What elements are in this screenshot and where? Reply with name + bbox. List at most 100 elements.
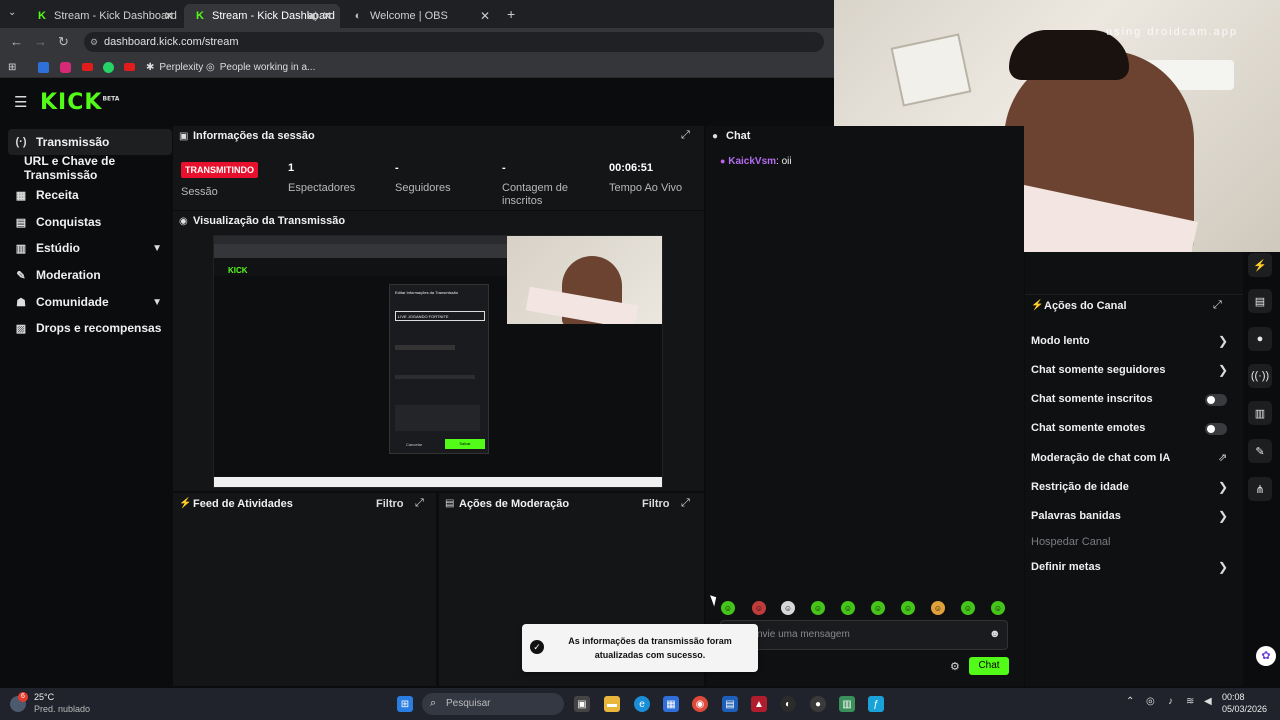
browser-tab-2[interactable]: K Stream - Kick Dashboard ◀) ✕ — [184, 4, 340, 28]
broadcast-icon[interactable]: ((·)) — [1248, 364, 1272, 388]
chat-settings-icon[interactable]: ⚙ — [950, 660, 960, 673]
tray-icon[interactable]: ◎ — [1146, 696, 1155, 707]
emote-icon[interactable]: ☺ — [721, 601, 735, 615]
store-icon[interactable]: ▦ — [663, 696, 679, 712]
bookmark-perplexity[interactable]: ✱ Perplexity — [146, 60, 203, 74]
filter-button[interactable]: Filtro — [642, 498, 670, 510]
layers-icon[interactable]: ▥ — [1248, 401, 1272, 425]
sidebar-item-url-chave[interactable]: URL e Chave de Transmissão — [8, 154, 178, 182]
chevron-right-icon[interactable]: ❯ — [1218, 334, 1228, 348]
instagram-icon[interactable] — [60, 60, 71, 74]
preview-video[interactable]: KICK Editar Informações da Transmissão L… — [213, 235, 663, 488]
share-icon[interactable]: ⋔ — [1248, 477, 1272, 501]
folder-icon[interactable]: ▬ — [604, 696, 620, 712]
expand-icon[interactable]: ⤢ — [415, 497, 424, 510]
close-tab-icon[interactable]: ✕ — [164, 9, 174, 23]
app-icon-4[interactable]: ▥ — [839, 696, 855, 712]
bookmark-icon-a[interactable] — [38, 60, 49, 74]
sidebar-item-transmissao[interactable]: (·) Transmissão — [8, 129, 172, 155]
new-tab-plus-icon[interactable]: + — [507, 6, 515, 22]
emote-icon[interactable]: ☺ — [811, 601, 825, 615]
app-icon-3[interactable]: ● — [810, 696, 826, 712]
emote-icon[interactable]: ☺ — [781, 601, 795, 615]
action-definir-metas[interactable]: Definir metas — [1031, 561, 1231, 573]
browser-tab-1[interactable]: K Stream - Kick Dashboard ✕ — [26, 4, 182, 28]
clock-time[interactable]: 00:08 — [1222, 692, 1245, 702]
chrome-icon[interactable]: ◉ — [692, 696, 708, 712]
bookmark-people[interactable]: ◎ People working in a... — [206, 60, 315, 74]
sidebar-item-receita[interactable]: ▦ Receita — [8, 182, 172, 208]
app-icon-5[interactable]: ƒ — [868, 696, 884, 712]
obs-icon[interactable]: ◐ — [780, 696, 796, 712]
assistant-icon[interactable]: ✿ — [1256, 646, 1276, 666]
emote-icon[interactable]: ☺ — [871, 601, 885, 615]
emotes-toggle[interactable] — [1205, 423, 1227, 435]
youtube-icon[interactable] — [82, 60, 93, 74]
site-info-icon[interactable]: ⚙ — [90, 32, 98, 52]
chevron-up-icon[interactable]: ⌃ — [1126, 696, 1134, 707]
expand-icon[interactable]: ⤢ — [681, 129, 690, 142]
action-palavras-banidas[interactable]: Palavras banidas — [1031, 510, 1231, 522]
expand-icon[interactable]: ⤢ — [681, 497, 690, 510]
emoji-icon[interactable]: ☻ — [989, 628, 1001, 640]
apps-grid-icon[interactable]: ⊞ — [8, 60, 16, 74]
reload-icon[interactable]: ↻ — [58, 34, 69, 50]
edge-icon[interactable]: e — [634, 696, 650, 712]
action-restricao-idade[interactable]: Restrição de idade — [1031, 481, 1231, 493]
action-chat-seguidores[interactable]: Chat somente seguidores — [1031, 364, 1231, 376]
mic-icon[interactable]: ♪ — [1168, 696, 1173, 707]
hamburger-menu-icon[interactable]: ☰ — [14, 93, 27, 111]
chevron-right-icon[interactable]: ❯ — [1218, 363, 1228, 377]
action-chat-inscritos[interactable]: Chat somente inscritos — [1031, 393, 1231, 405]
forward-arrow-icon[interactable]: → — [34, 34, 47, 49]
action-chat-emotes[interactable]: Chat somente emotes — [1031, 422, 1231, 434]
clock-date[interactable]: 05/03/2026 — [1222, 704, 1267, 714]
emote-icon[interactable]: ☺ — [961, 601, 975, 615]
back-arrow-icon[interactable]: ← — [10, 34, 23, 49]
chevron-right-icon[interactable]: ❯ — [1218, 560, 1228, 574]
chevron-down-icon[interactable]: ▼ — [152, 297, 162, 308]
chat-input[interactable]: nvie uma mensagem ☻ — [720, 620, 1008, 650]
app-icon[interactable]: ▤ — [722, 696, 738, 712]
chat-icon[interactable]: ● — [1248, 327, 1272, 351]
action-modo-lento[interactable]: Modo lento — [1031, 335, 1231, 347]
sidebar-item-estudio[interactable]: ▥ Estúdio ▼ — [8, 235, 172, 261]
wifi-icon[interactable]: ≋ — [1186, 696, 1194, 707]
chevron-right-icon[interactable]: ❯ — [1218, 480, 1228, 494]
tab-search-chevron-icon[interactable]: ⌄ — [8, 7, 16, 18]
external-link-icon[interactable]: ⇗ — [1218, 451, 1227, 464]
emote-icon[interactable]: ☺ — [991, 601, 1005, 615]
chat-username[interactable]: KaickVsm — [728, 156, 776, 167]
chevron-down-icon[interactable]: ▼ — [152, 243, 162, 254]
close-tab-icon[interactable]: ✕ — [480, 9, 490, 23]
sidebar-item-comunidade[interactable]: ☗ Comunidade ▼ — [8, 289, 172, 315]
close-tab-icon[interactable]: ✕ — [322, 9, 332, 23]
expand-icon[interactable]: ⤢ — [1213, 299, 1222, 312]
chat-send-button[interactable]: Chat — [969, 657, 1009, 675]
kick-logo[interactable]: KICKBETA — [40, 90, 119, 115]
emote-icon[interactable]: ☺ — [841, 601, 855, 615]
emote-icon[interactable]: ☺ — [752, 601, 766, 615]
speaker-icon[interactable]: ◀) — [307, 11, 318, 22]
volume-icon[interactable]: ◀ — [1204, 696, 1212, 707]
filter-button[interactable]: Filtro — [376, 498, 404, 510]
youtube-icon-2[interactable] — [124, 60, 135, 74]
weather-icon[interactable]: 6 — [10, 692, 28, 712]
task-view-icon[interactable]: ▣ — [574, 696, 590, 712]
url-field[interactable]: ⚙ dashboard.kick.com/stream — [84, 32, 824, 52]
app-icon-2[interactable]: ▲ — [751, 696, 767, 712]
chevron-right-icon[interactable]: ❯ — [1218, 509, 1228, 523]
sidebar-item-conquistas[interactable]: ▤ Conquistas — [8, 209, 172, 235]
emote-icon[interactable]: ☺ — [901, 601, 915, 615]
browser-tab-3[interactable]: ◐ Welcome | OBS ✕ — [342, 4, 498, 28]
whatsapp-icon[interactable] — [103, 60, 114, 74]
action-moderacao-ia[interactable]: Moderação de chat com IA — [1031, 452, 1231, 464]
wrench-icon[interactable]: ✎ — [1248, 439, 1272, 463]
windows-start-icon[interactable]: ⊞ — [397, 696, 413, 712]
taskbar-search[interactable]: ⌕ Pesquisar — [422, 693, 564, 715]
sidebar-item-drops[interactable]: ▨ Drops e recompensas — [8, 315, 172, 341]
inscritos-toggle[interactable] — [1205, 394, 1227, 406]
bolt-icon[interactable]: ⚡ — [1248, 253, 1272, 277]
emote-icon[interactable]: ☺ — [931, 601, 945, 615]
sidebar-item-moderation[interactable]: ✎ Moderation — [8, 262, 172, 288]
